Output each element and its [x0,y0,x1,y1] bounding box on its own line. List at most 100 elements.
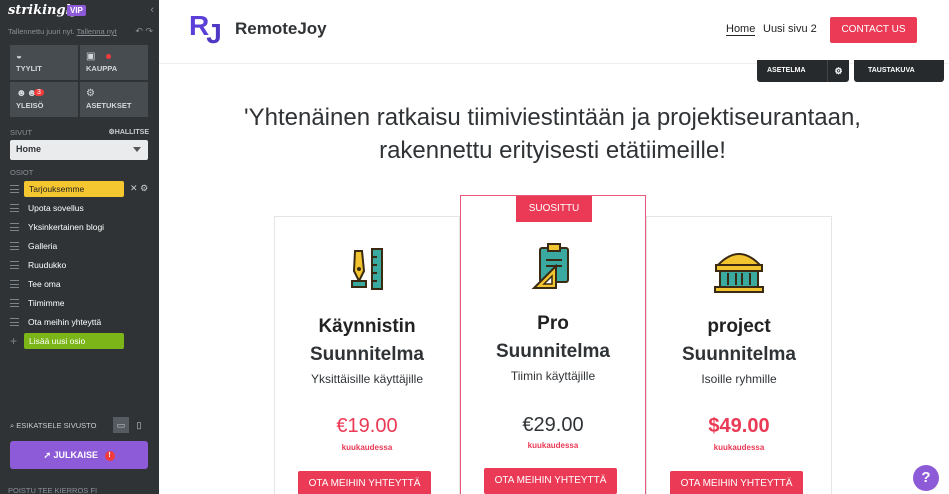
section-item[interactable]: Galleria [0,237,159,256]
plan-subtitle[interactable]: Suunnitelma [647,341,831,369]
tile-settings[interactable]: ⚙ ASETUKSET [80,82,148,117]
tile-audience[interactable]: ☻☻ 3 YLEISÖ [10,82,78,117]
notification-dot [106,54,111,59]
drag-handle-icon[interactable] [10,280,19,288]
section-list: Tarjouksemme ✕ ⚙ Upota sovellus Yksinker… [0,180,159,351]
gear-icon[interactable]: ⚙ [827,60,849,82]
manage-label: HALLITSE [114,129,149,136]
rocket-icon: ➚ [43,450,51,460]
section-settings-pill[interactable]: ASETELMA ⚙ [757,60,849,82]
section-headline[interactable]: 'Yhtenäinen ratkaisu tiimiviestintään ja… [189,101,916,167]
plan-subtitle[interactable]: Suunnitelma [275,341,459,369]
section-label: Ota meihin yhteyttä [28,317,102,327]
section-label: Tee oma [28,279,61,289]
plan-price[interactable]: $49.00 [647,415,831,438]
section-item[interactable]: Ota meihin yhteyttä [0,313,159,332]
logo-letter-r: R [189,10,209,41]
drag-handle-icon[interactable] [10,261,19,269]
popular-badge: SUOSITTU [516,196,592,222]
page-select[interactable]: Home [10,140,148,160]
search-icon: ⌕ [10,421,15,430]
editor-tiles: ◒ TYYLIT ▣ KAUPPA ☻☻ 3 YLEISÖ ⚙ ASETUKSE… [10,45,148,117]
background-image-pill[interactable]: TAUSTAKUVA [854,60,944,82]
clipboard-ruler-icon [461,242,645,294]
section-label: Upota sovellus [28,203,84,213]
drag-handle-icon[interactable] [10,185,19,193]
background-pill-label: TAUSTAKUVA [868,67,915,74]
collapse-sidebar-icon[interactable]: ‹ [150,4,154,16]
drag-handle-icon[interactable] [10,318,19,326]
brand-name[interactable]: RemoteJoy [235,19,327,39]
save-status: Tallennettu juuri nyt. Tallenna nyt [8,27,117,36]
people-icon: ☻☻ [16,88,38,99]
drag-handle-icon[interactable] [10,299,19,307]
pricing-card: project Suunnitelma Isoille ryhmille $49… [646,216,832,494]
plan-contact-button[interactable]: OTA MEIHIN YHTEYTTÄ [484,468,617,494]
help-button[interactable]: ? [913,465,939,491]
section-item[interactable]: Yksinkertainen blogi [0,218,159,237]
nav-page2-link[interactable]: Uusi sivu 2 [763,23,817,35]
section-item[interactable]: Tiimimme [0,294,159,313]
drag-handle-icon[interactable] [10,242,19,250]
plan-contact-button[interactable]: OTA MEIHIN YHTEYTTÄ [298,471,431,494]
tile-label: KAUPPA [86,64,118,73]
plan-title[interactable]: project [647,313,831,341]
contact-us-button[interactable]: CONTACT US [830,17,917,43]
sidebar-footer[interactable]: POISTU TEE KIERROS FI [8,486,97,494]
audience-count-badge: 3 [34,89,44,96]
plus-icon: + [10,334,18,348]
publish-label: JULKAISE [53,450,99,460]
nav-home-link[interactable]: Home [726,23,756,36]
pages-label: SIVUT [10,128,33,137]
section-item[interactable]: Ruudukko [0,256,159,275]
desktop-view-icon[interactable]: ▭ [113,417,129,433]
section-item[interactable]: Upota sovellus [0,199,159,218]
preview-site-link[interactable]: ⌕ ESIKATSELE SIVUSTO [10,421,96,431]
vip-badge: VIP [67,5,86,16]
drag-handle-icon[interactable] [10,204,19,212]
plan-price[interactable]: €19.00 [275,415,459,438]
section-label: Ruudukko [28,260,67,270]
gear-icon[interactable]: ⚙ [140,183,148,193]
section-label: Tarjouksemme [24,181,124,197]
plan-period: kuukaudessa [341,443,393,452]
section-item[interactable]: Tarjouksemme ✕ ⚙ [0,180,159,199]
headline-line: 'Yhtenäinen ratkaisu tiimiviestintään ja… [244,104,861,131]
delete-icon[interactable]: ✕ [130,183,138,193]
plan-description[interactable]: Tiimin käyttäjille [461,369,645,383]
pricing-card-popular: SUOSITTU Pro Suunnitelma Tiimin käyttäji… [460,195,646,494]
plan-subtitle[interactable]: Suunnitelma [461,338,645,366]
section-label: Galleria [28,241,58,251]
tile-store[interactable]: ▣ KAUPPA [80,45,148,80]
section-label: Yksinkertainen blogi [28,222,105,232]
drag-handle-icon[interactable] [10,223,19,231]
save-now-link[interactable]: Tallenna nyt [77,27,117,36]
plan-title[interactable]: Pro [461,310,645,338]
plan-description[interactable]: Isoille ryhmille [647,372,831,386]
add-section-label: Lisää uusi osio [24,333,124,349]
settings-pill-label: ASETELMA [767,67,806,74]
add-section-button[interactable]: + Lisää uusi osio [0,332,159,351]
brand-logo[interactable]: RJ [189,10,222,49]
plan-contact-button[interactable]: OTA MEIHIN YHTEYTTÄ [670,471,803,494]
mobile-view-icon[interactable]: ▯ [131,417,147,433]
gear-icon: ⚙ [86,88,95,99]
section-item[interactable]: Tee oma [0,275,159,294]
undo-redo-icon[interactable]: ↶ ↷ [135,26,153,37]
tile-label: YLEISÖ [16,101,44,110]
plan-period: kuukaudessa [713,443,765,452]
publish-button[interactable]: ➚ JULKAISE ! [10,441,148,469]
tile-styles[interactable]: ◒ TYYLIT [10,45,78,80]
building-icon [647,245,831,297]
bag-icon: ▣ [86,51,96,62]
plan-title[interactable]: Käynnistin [275,313,459,341]
warning-icon: ! [104,451,115,461]
plan-description[interactable]: Yksittäisille käyttäjille [275,372,459,386]
editor-sidebar: strikingly VIP ‹ Tallennettu juuri nyt. … [0,0,159,494]
tile-label: TYYLIT [16,64,42,73]
manage-pages-button[interactable]: ⚙HALLITSE [108,128,149,136]
tile-label: ASETUKSET [86,101,132,110]
plan-period: kuukaudessa [527,441,579,450]
save-status-text: Tallennettu juuri nyt. [8,27,75,36]
plan-price[interactable]: €29.00 [461,414,645,437]
